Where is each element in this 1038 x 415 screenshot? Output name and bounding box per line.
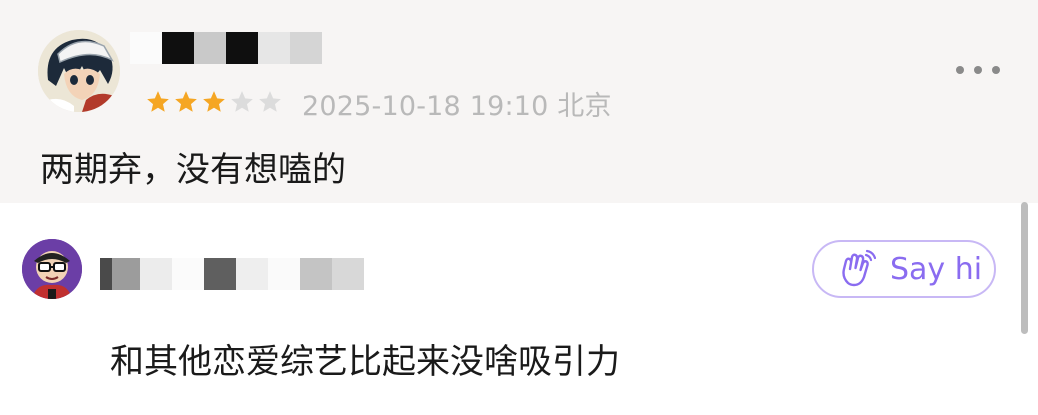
reply-text: 和其他恋爱综艺比起来没啥吸引力 (110, 342, 620, 382)
comment-card-1: 2025-10-18 19:10 北京 两期弃，没有想嗑的 (0, 0, 1038, 203)
username-redacted (100, 258, 364, 290)
star-empty-icon (259, 91, 281, 112)
waving-hand-icon (842, 249, 876, 287)
anime-avatar-icon (38, 30, 120, 112)
scrollbar[interactable] (1021, 202, 1028, 334)
star-filled-icon (203, 91, 225, 112)
star-filled-icon (175, 91, 197, 112)
cartoon-avatar-icon (22, 239, 82, 299)
more-horizontal-icon[interactable] (956, 60, 1000, 80)
say-hi-button[interactable]: Say hi (812, 240, 996, 298)
user-avatar[interactable] (38, 30, 120, 112)
username-redacted (130, 32, 322, 64)
star-rating (145, 88, 283, 116)
user-avatar[interactable] (22, 239, 82, 299)
comment-text: 两期弃，没有想嗑的 (40, 150, 346, 190)
say-hi-label: Say hi (890, 251, 983, 287)
star-filled-icon (147, 91, 169, 112)
comment-meta: 2025-10-18 19:10 北京 (302, 91, 612, 122)
star-empty-icon (231, 91, 253, 112)
